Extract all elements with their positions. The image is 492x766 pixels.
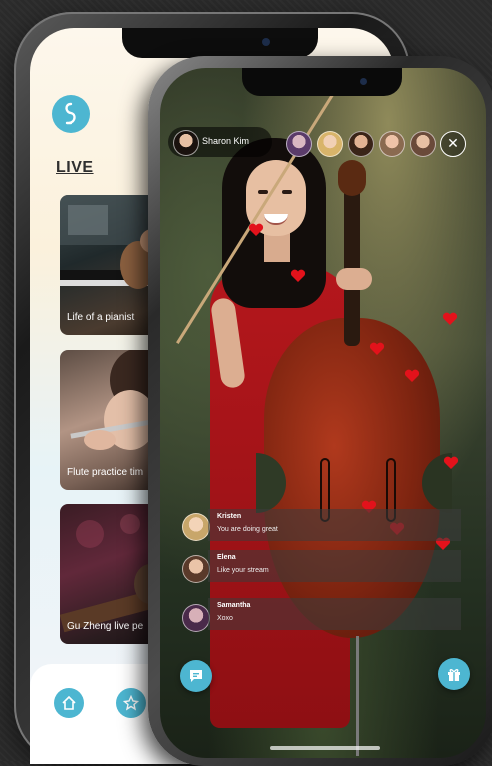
heart-icon bbox=[443, 456, 459, 469]
close-button[interactable]: ✕ bbox=[440, 131, 466, 157]
home-icon[interactable] bbox=[54, 688, 84, 718]
app-logo[interactable] bbox=[52, 95, 90, 133]
heart-icon bbox=[442, 312, 458, 325]
live-stream-screen: Sharon Kim ✕ Kristen You are doing great… bbox=[160, 68, 486, 758]
card-caption: Flute practice tim bbox=[67, 467, 144, 478]
host-name: Sharon Kim bbox=[202, 136, 250, 146]
heart-icon bbox=[369, 342, 385, 355]
comment-text: Like your stream bbox=[217, 567, 269, 574]
cello bbox=[264, 318, 440, 638]
viewer-avatar[interactable] bbox=[379, 131, 405, 157]
front-phone: Sharon Kim ✕ Kristen You are doing great… bbox=[148, 56, 492, 766]
card-caption: Life of a pianist bbox=[67, 312, 135, 323]
viewer-avatar[interactable] bbox=[317, 131, 343, 157]
comment-author: Kristen bbox=[217, 513, 242, 520]
card-caption: Gu Zheng live pe bbox=[67, 621, 144, 632]
chat-icon bbox=[190, 670, 202, 682]
commenter-avatar[interactable] bbox=[182, 555, 210, 583]
comment-author: Elena bbox=[217, 554, 236, 561]
chat-comment: Elena Like your stream bbox=[208, 550, 461, 582]
viewer-avatar[interactable] bbox=[286, 131, 312, 157]
viewer-avatar[interactable] bbox=[410, 131, 436, 157]
heart-icon bbox=[248, 223, 264, 236]
heart-icon bbox=[404, 369, 420, 382]
comment-text: Xoxo bbox=[217, 615, 233, 622]
commenter-avatar[interactable] bbox=[182, 513, 210, 541]
viewer-avatar[interactable] bbox=[348, 131, 374, 157]
commenter-avatar[interactable] bbox=[182, 604, 210, 632]
home-indicator bbox=[270, 746, 380, 750]
back-phone-notch bbox=[122, 28, 318, 58]
comment-text: You are doing great bbox=[217, 526, 278, 533]
heart-icon bbox=[290, 269, 306, 282]
front-phone-notch bbox=[242, 68, 402, 96]
chat-comment: Kristen You are doing great bbox=[208, 509, 461, 541]
chat-comment: Samantha Xoxo bbox=[208, 598, 461, 630]
comment-author: Samantha bbox=[217, 602, 251, 609]
chat-button[interactable] bbox=[180, 660, 212, 692]
star-icon[interactable] bbox=[116, 688, 146, 718]
host-avatar[interactable] bbox=[173, 130, 199, 156]
gift-icon bbox=[448, 669, 460, 681]
live-section-title: LIVE bbox=[56, 159, 94, 176]
gift-button[interactable] bbox=[438, 658, 470, 690]
